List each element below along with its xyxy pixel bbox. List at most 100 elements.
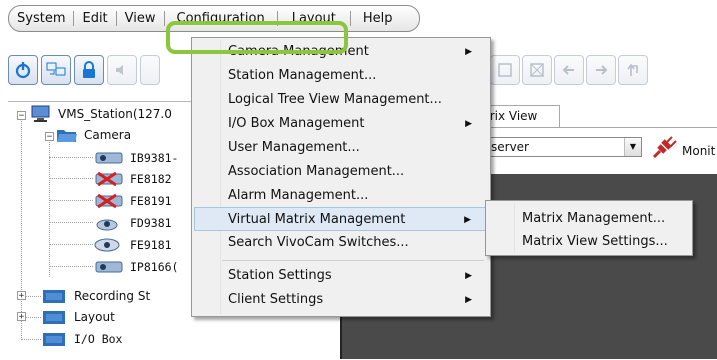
menu-item-label: Station Settings [228, 268, 332, 283]
arrow-left-icon [562, 65, 574, 75]
menu-item-association-management[interactable]: Association Management... [194, 160, 486, 184]
camera-label: IP8166( [130, 260, 179, 274]
lock-icon [83, 61, 95, 78]
tree-line [49, 137, 50, 277]
tree-item-camera[interactable]: FE8182 [94, 169, 172, 189]
menu-item-label: Logical Tree View Management... [228, 92, 442, 107]
menu-item-virtual-matrix-management[interactable]: Virtual Matrix Management ▶ [194, 207, 486, 231]
station-connect-button[interactable] [41, 55, 71, 85]
camera-disconnected-icon [95, 172, 123, 186]
fullscreen-button[interactable] [522, 55, 552, 85]
arrow-right-icon [596, 65, 608, 75]
tree-line [49, 266, 93, 267]
submenu-item-matrix-management[interactable]: Matrix Management... [522, 211, 665, 226]
tree-line [21, 339, 41, 340]
menu-item-label: Alarm Management... [228, 188, 369, 203]
chevron-down-icon[interactable]: ▼ [624, 138, 641, 156]
box-camera-icon [95, 152, 123, 164]
tree-item-station[interactable]: VMS_Station(127.0 [30, 104, 172, 124]
grid-icon [498, 63, 512, 77]
virtual-matrix-submenu: Matrix Management... Matrix View Setting… [485, 200, 693, 256]
configuration-dropdown-menu: Camera Management ▶ Station Management..… [191, 37, 491, 317]
menu-item-label: Station Management... [228, 68, 377, 83]
server-value: server [491, 140, 529, 154]
submenu-arrow-icon: ▶ [465, 119, 472, 129]
disconnected-plug-icon [652, 136, 677, 159]
io-box-label: I/O Box [74, 332, 123, 346]
return-button[interactable] [618, 55, 648, 85]
menu-system[interactable]: System [9, 11, 73, 26]
fisheye-camera-icon [94, 238, 120, 252]
fullscreen-icon [530, 63, 544, 77]
submenu-arrow-icon: ▶ [465, 47, 472, 57]
tree-item-layout[interactable]: Layout [42, 307, 115, 327]
menu-item-search-vivocam-switches[interactable]: Search VivoCam Switches... [194, 231, 486, 255]
dome-camera-icon [96, 219, 118, 231]
camera-folder-label: Camera [84, 128, 132, 142]
server-select[interactable]: server ▼ [486, 137, 642, 157]
tree-item-camera[interactable]: FD9381 [94, 213, 172, 233]
menu-item-alarm-management[interactable]: Alarm Management... [194, 184, 486, 208]
menu-item-logical-tree-view-management[interactable]: Logical Tree View Management... [194, 88, 486, 112]
menu-item-user-management[interactable]: User Management... [194, 136, 486, 160]
tree-line [49, 222, 93, 223]
computers-icon [46, 62, 66, 76]
folder-icon [43, 311, 65, 324]
camera-label: FE8191 [130, 194, 172, 208]
tree-expand-toggle[interactable]: + [17, 291, 26, 301]
camera-label: FE9181 [130, 238, 172, 252]
layout-grid-button[interactable] [490, 55, 520, 85]
camera-label: IB9381- [130, 151, 179, 165]
tree-item-camera[interactable]: FE9181 [94, 235, 172, 255]
station-label: VMS_Station(127.0 [58, 107, 172, 121]
tree-collapse-toggle[interactable]: − [45, 132, 54, 142]
tree-item-recording[interactable]: Recording St [42, 286, 150, 306]
menu-item-station-management[interactable]: Station Management... [194, 64, 486, 88]
camera-label: FD9381 [130, 216, 172, 230]
tree-line [49, 178, 93, 179]
menu-item-label: Search VivoCam Switches... [228, 235, 409, 250]
tree-collapse-toggle[interactable]: − [17, 111, 26, 121]
menu-edit[interactable]: Edit [74, 11, 115, 26]
lock-button[interactable] [74, 55, 104, 85]
menu-item-label: I/O Box Management [228, 116, 365, 131]
tree-expand-toggle[interactable]: + [17, 312, 26, 322]
tree-item-camera[interactable]: IP8166( [94, 257, 178, 277]
power-button[interactable] [8, 55, 38, 85]
submenu-item-matrix-view-settings[interactable]: Matrix View Settings... [522, 234, 668, 249]
menu-help[interactable]: Help [351, 11, 405, 26]
tree-line [21, 115, 22, 340]
back-button[interactable] [554, 55, 584, 85]
menu-separator [222, 260, 484, 261]
audio-button[interactable] [107, 55, 137, 85]
menu-item-io-box-management[interactable]: I/O Box Management ▶ [194, 112, 486, 136]
menu-item-label: Client Settings [228, 292, 324, 307]
submenu-arrow-icon: ▶ [465, 271, 472, 281]
tree-line [49, 244, 93, 245]
tree-item-camera-folder[interactable]: Camera [56, 125, 131, 145]
forward-button[interactable] [586, 55, 616, 85]
menu-view[interactable]: View [117, 11, 164, 26]
menu-item-client-settings[interactable]: Client Settings ▶ [194, 288, 486, 312]
monitor-label: Monit [682, 144, 716, 158]
folder-open-icon [57, 130, 77, 142]
recording-label: Recording St [74, 289, 151, 303]
tree-item-io-box[interactable]: I/O Box [42, 329, 122, 349]
tree-item-camera[interactable]: IB9381- [94, 148, 178, 168]
return-icon [627, 63, 638, 76]
layout-label: Layout [74, 310, 115, 324]
tree-line [49, 200, 93, 201]
configuration-highlight-box [166, 21, 348, 54]
menu-item-label: User Management... [228, 140, 360, 155]
power-icon [15, 62, 31, 79]
speaker-icon [116, 65, 123, 75]
toolbar-button-partial[interactable] [140, 55, 160, 85]
folder-icon [43, 290, 65, 303]
menu-item-station-settings[interactable]: Station Settings ▶ [194, 264, 486, 288]
tree-item-camera[interactable]: FE8191 [94, 191, 172, 211]
camera-disconnected-icon [95, 194, 123, 208]
submenu-arrow-icon: ▶ [465, 295, 472, 305]
tab-matrix-view[interactable]: trix View [480, 105, 560, 127]
camera-label: FE8182 [130, 172, 172, 186]
tree-line [49, 157, 93, 158]
